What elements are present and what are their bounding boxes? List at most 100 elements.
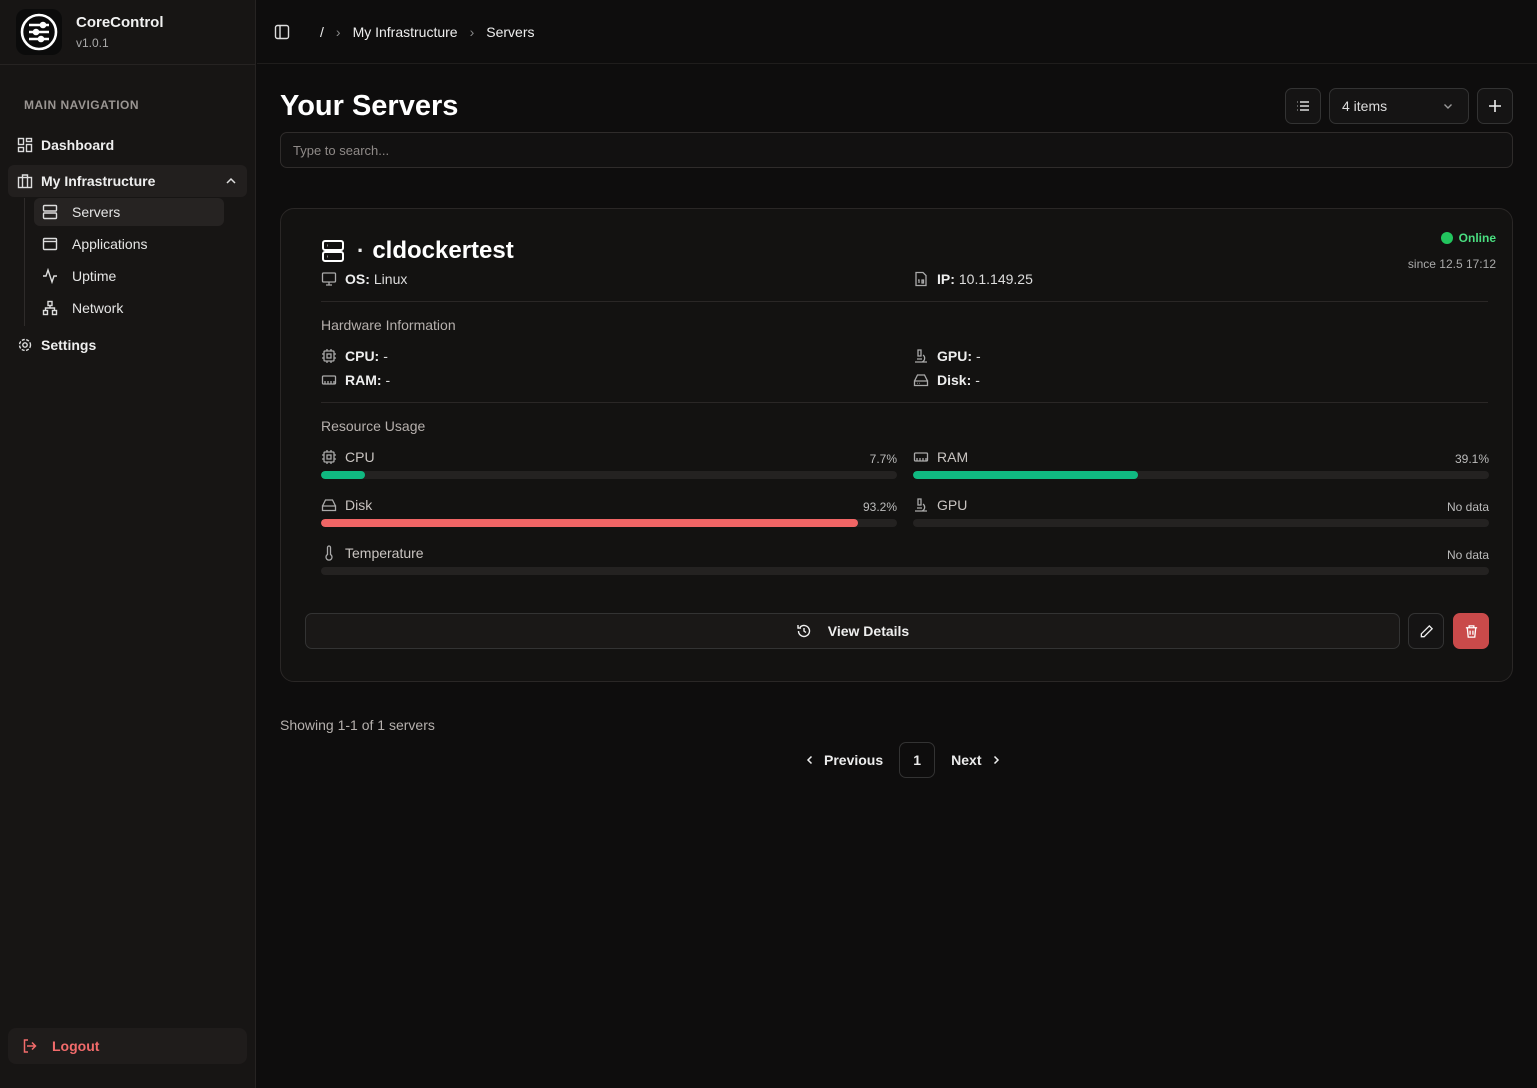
server-name: cldockertest: [372, 237, 514, 264]
temperature-usage-label: Temperature: [345, 545, 424, 561]
brand: CoreControl v1.0.1: [0, 0, 255, 65]
app-name: CoreControl: [76, 14, 164, 31]
disk-value: -: [975, 372, 980, 388]
items-per-page-select[interactable]: 4 items: [1329, 88, 1469, 124]
cpu-icon: [322, 349, 336, 363]
chevron-down-icon: [1444, 104, 1452, 109]
sidebar-item-label: Dashboard: [41, 137, 115, 153]
thermometer-icon: [325, 545, 333, 561]
logout-button[interactable]: Logout: [8, 1028, 247, 1064]
ram-usage-label: RAM: [937, 449, 969, 465]
sidebar-item-network[interactable]: Network: [34, 294, 224, 322]
view-details-button[interactable]: View Details: [305, 613, 1400, 649]
sidebar-item-label: Applications: [72, 236, 148, 252]
sidebar-item-applications[interactable]: Applications: [34, 230, 224, 258]
hard-drive-icon: [913, 374, 929, 387]
dashboard-icon: [17, 137, 33, 153]
activity-icon: [43, 268, 57, 284]
app-version: v1.0.1: [76, 36, 109, 50]
gear-icon: [18, 338, 32, 352]
gpu-label: GPU:: [937, 348, 972, 364]
sidebar-item-uptime[interactable]: Uptime: [34, 262, 224, 290]
building-icon: [17, 174, 33, 189]
previous-page-button[interactable]: Previous: [800, 742, 895, 778]
items-per-page-value: 4 items: [1342, 98, 1388, 114]
previous-label: Previous: [824, 752, 884, 768]
breadcrumb-separator-icon: ›: [469, 23, 475, 40]
status-since: since 12.5 17:12: [1407, 257, 1496, 271]
disk-usage-bar: [321, 519, 897, 527]
list-view-button[interactable]: [1285, 88, 1321, 124]
name-separator: ·: [357, 238, 365, 263]
status-badge: Online: [1408, 231, 1496, 245]
sidebar-item-label: Servers: [72, 204, 121, 220]
disk-usage-percent: 93.2%: [862, 500, 897, 514]
ram-value: -: [385, 372, 391, 388]
history-icon: [797, 624, 810, 638]
cpu-usage-label: CPU: [345, 449, 375, 465]
logo-icon: [16, 9, 62, 55]
edit-server-button[interactable]: [1408, 613, 1444, 649]
microscope-icon: [915, 498, 927, 512]
disk-usage-label: Disk: [345, 497, 373, 513]
breadcrumb-current: Servers: [486, 23, 535, 40]
sidebar-item-label: Uptime: [72, 268, 117, 284]
disk-label: Disk:: [937, 372, 972, 388]
app-window-icon: [42, 237, 58, 251]
next-page-button[interactable]: Next: [939, 742, 1005, 778]
sidebar-item-servers[interactable]: Servers: [34, 198, 224, 226]
pencil-icon: [1420, 624, 1433, 637]
ram-label: RAM:: [345, 372, 382, 388]
server-icon: [322, 240, 344, 262]
ram-usage-percent: 39.1%: [1454, 452, 1489, 466]
hard-drive-icon: [321, 499, 337, 512]
memory-icon: [913, 452, 929, 462]
page-title: Your Servers: [280, 90, 459, 122]
cpu-usage-bar: [321, 471, 897, 479]
usage-bar-fill: [913, 471, 1139, 479]
monitor-icon: [321, 272, 337, 286]
status-text: Online: [1458, 231, 1496, 245]
search-input[interactable]: [280, 132, 1513, 168]
gpu-value: -: [976, 348, 981, 364]
ram-usage-bar: [913, 471, 1489, 479]
sidebar: CoreControl v1.0.1 MAIN NAVIGATION Dashb…: [0, 0, 256, 1088]
network-icon: [42, 300, 58, 316]
chevron-left-icon: [806, 755, 813, 765]
server-icon: [42, 204, 58, 220]
temperature-usage-bar: [321, 567, 1489, 575]
delete-server-button[interactable]: [1453, 613, 1489, 649]
breadcrumb-my-infrastructure[interactable]: My Infrastructure: [353, 24, 458, 40]
topbar: / › My Infrastructure › Servers: [257, 0, 1537, 64]
microscope-icon: [915, 349, 927, 363]
sidebar-item-settings[interactable]: Settings: [8, 329, 247, 361]
temperature-usage-text: No data: [1446, 548, 1489, 562]
sidebar-item-my-infrastructure[interactable]: My Infrastructure: [8, 165, 247, 197]
gpu-usage-text: No data: [1446, 500, 1489, 514]
usage-title: Resource Usage: [321, 418, 426, 434]
sidebar-toggle-icon[interactable]: [274, 24, 290, 40]
sidebar-item-dashboard[interactable]: Dashboard: [8, 129, 247, 161]
cpu-value: -: [383, 348, 388, 364]
breadcrumb-root[interactable]: /: [320, 24, 324, 40]
ip-value: 10.1.149.25: [958, 271, 1033, 287]
chevron-up-icon[interactable]: [225, 175, 237, 187]
logout-label: Logout: [52, 1038, 100, 1054]
sidebar-item-label: My Infrastructure: [41, 173, 156, 189]
cpu-icon: [322, 450, 336, 464]
page-1-button[interactable]: 1: [899, 742, 936, 778]
status-dot-icon: [1440, 232, 1453, 244]
nav-section-label: MAIN NAVIGATION: [24, 98, 140, 112]
os-label: OS:: [345, 271, 370, 287]
cpu-label: CPU:: [345, 348, 380, 364]
file-binary-icon: [915, 271, 927, 287]
usage-bar-fill: [321, 471, 366, 479]
next-label: Next: [951, 752, 982, 768]
logout-icon: [23, 1039, 37, 1053]
hardware-title: Hardware Information: [321, 317, 456, 333]
plus-icon: [1489, 100, 1501, 112]
chevron-right-icon: [993, 755, 999, 765]
add-server-button[interactable]: [1477, 88, 1513, 124]
ip-label: IP:: [937, 271, 955, 287]
gpu-usage-label: GPU: [937, 497, 968, 513]
